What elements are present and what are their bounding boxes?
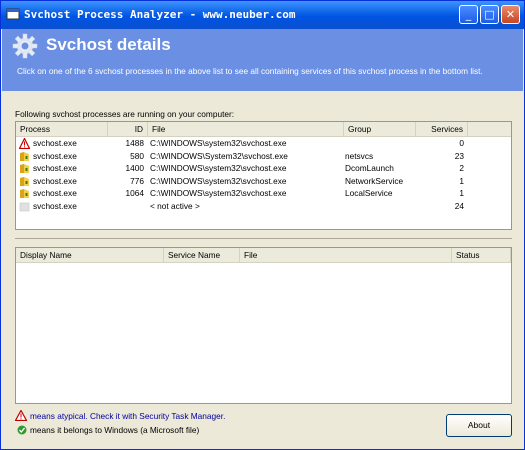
table-row[interactable]: svchost.exe 580 C:\WINDOWS\System32\svch… (16, 150, 511, 163)
table-row[interactable]: svchost.exe 776 C:\WINDOWS\system32\svch… (16, 175, 511, 188)
process-group: LocalService (345, 188, 393, 198)
process-services: 24 (454, 200, 464, 211)
folder-icon (20, 176, 29, 186)
process-services: 1 (459, 188, 464, 198)
process-name: svchost.exe (33, 200, 77, 211)
process-name: svchost.exe (33, 188, 77, 198)
table-row[interactable]: svchost.exe 1488 C:\WINDOWS\system32\svc… (16, 137, 511, 150)
table-row[interactable]: svchost.exe 1064 C:\WINDOWS\system32\svc… (16, 187, 511, 200)
column-header-process[interactable]: Process (16, 122, 108, 136)
services-list[interactable]: Display Name Service Name File Status (15, 247, 512, 404)
process-id: 1400 (125, 163, 144, 173)
process-services: 1 (459, 175, 464, 186)
header-banner: Svchost details Click on one of the 6 sv… (2, 29, 523, 91)
process-id: 1488 (125, 138, 144, 148)
legend-windows: means it belongs to Windows (a Microsoft… (30, 425, 200, 435)
process-file: C:\WINDOWS\system32\svchost.exe (150, 188, 287, 198)
about-button[interactable]: About (446, 414, 512, 437)
process-file: C:\WINDOWS\System32\svchost.exe (150, 150, 288, 161)
services-list-header: Display Name Service Name File Status (16, 248, 511, 263)
page-title: Svchost details (46, 35, 171, 54)
folder-icon (20, 164, 29, 173)
table-row[interactable]: svchost.exe < not active > 24 (16, 200, 511, 213)
process-id: 580 (130, 150, 144, 161)
process-file: C:\WINDOWS\system32\svchost.exe (150, 175, 287, 186)
process-group: NetworkService (345, 175, 404, 186)
title-bar[interactable]: Svchost Process Analyzer - www.neuber.co… (1, 1, 524, 29)
process-group: netsvcs (345, 150, 374, 161)
maximize-button[interactable]: □ (480, 5, 499, 24)
column-header-services[interactable]: Services (416, 122, 468, 136)
legend-atypical: means atypical. Check it with Security T… (30, 411, 226, 421)
process-list-caption: Following svchost processes are running … (15, 109, 235, 119)
app-icon (6, 8, 20, 20)
process-services: 0 (459, 138, 464, 148)
inactive-icon (19, 202, 30, 211)
warning-icon (15, 410, 27, 421)
process-file: < not active > (150, 200, 200, 211)
process-name: svchost.exe (33, 175, 77, 186)
column-header-display-name[interactable]: Display Name (16, 248, 164, 262)
column-header-file[interactable]: File (148, 122, 344, 136)
minimize-button[interactable]: _ (459, 5, 478, 24)
column-header-group[interactable]: Group (344, 122, 416, 136)
column-header-status[interactable]: Status (452, 248, 511, 262)
process-id: 776 (130, 175, 144, 186)
table-row[interactable]: svchost.exe 1400 C:\WINDOWS\system32\svc… (16, 162, 511, 175)
gear-icon (12, 33, 38, 59)
checkmark-icon (17, 425, 27, 435)
column-header-service-name[interactable]: Service Name (164, 248, 240, 262)
close-button[interactable]: ✕ (501, 5, 520, 24)
warning-icon (19, 138, 30, 149)
folder-icon (20, 151, 29, 161)
divider (15, 238, 512, 239)
process-file: C:\WINDOWS\system32\svchost.exe (150, 138, 287, 148)
process-file: C:\WINDOWS\system32\svchost.exe (150, 163, 287, 173)
folder-icon (20, 189, 29, 198)
process-name: svchost.exe (33, 138, 77, 148)
banner-description: Click on one of the 6 svchost processes … (17, 66, 483, 76)
process-services: 23 (454, 150, 464, 161)
column-header-id[interactable]: ID (108, 122, 148, 136)
app-window: Svchost Process Analyzer - www.neuber.co… (0, 0, 525, 450)
process-name: svchost.exe (33, 163, 77, 173)
process-list[interactable]: Process ID File Group Services svchost.e… (15, 121, 512, 230)
process-list-header: Process ID File Group Services (16, 122, 511, 137)
process-id: 1064 (125, 188, 144, 198)
window-title: Svchost Process Analyzer - www.neuber.co… (24, 8, 296, 21)
process-id (108, 200, 144, 213)
process-name: svchost.exe (33, 150, 77, 161)
column-header-file[interactable]: File (240, 248, 452, 262)
process-group: DcomLaunch (345, 163, 394, 173)
process-services: 2 (459, 163, 464, 173)
